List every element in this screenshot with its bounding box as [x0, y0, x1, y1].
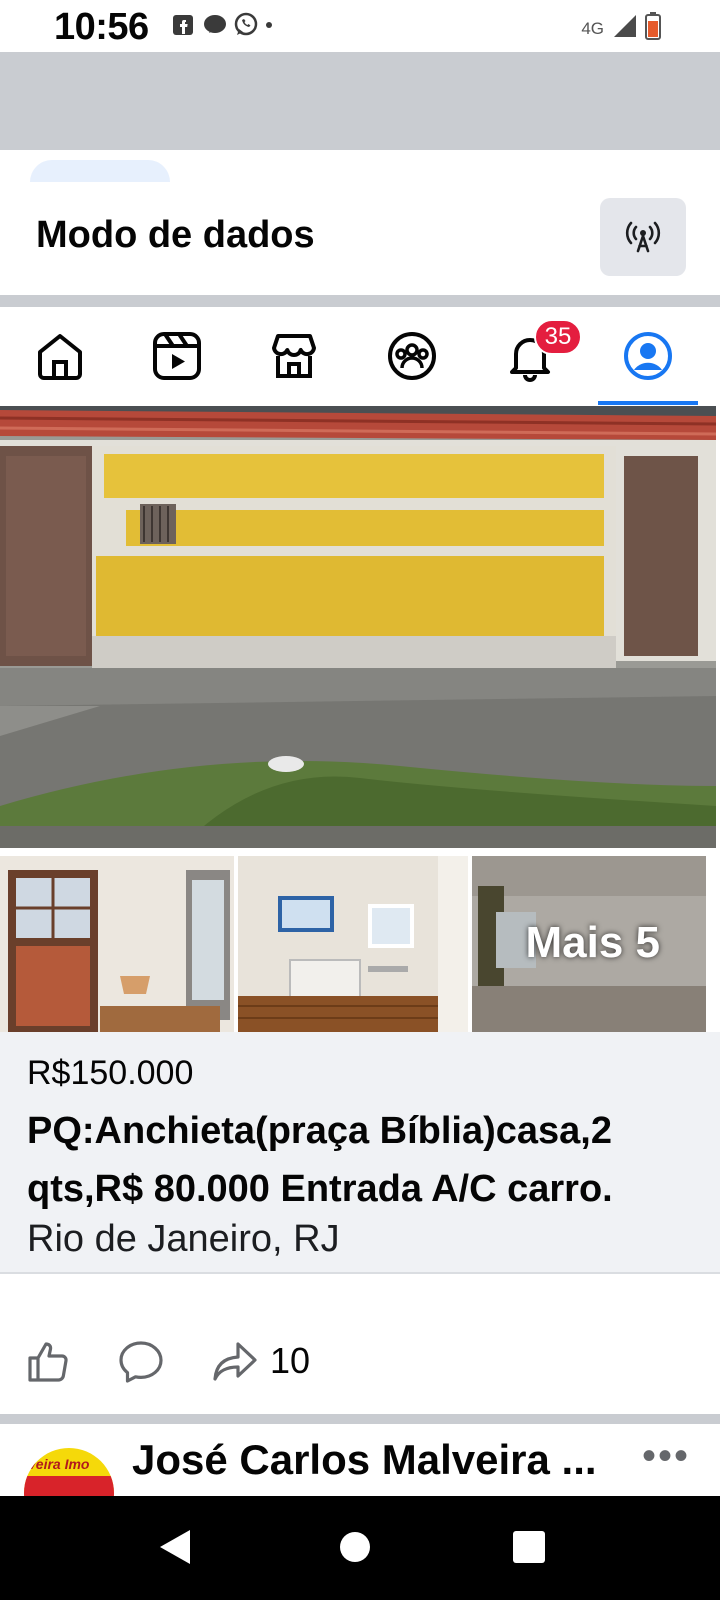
top-gray-band	[0, 52, 720, 150]
facebook-icon	[170, 12, 196, 38]
nav-marketplace[interactable]	[234, 307, 354, 405]
avatar-banner	[24, 1476, 114, 1496]
listing-thumbnails: Mais 5	[0, 856, 716, 1032]
like-icon	[28, 1342, 68, 1382]
signal-icon	[610, 13, 638, 44]
nav-home[interactable]	[0, 307, 120, 405]
nav-video[interactable]	[117, 307, 237, 405]
network-type: 4G	[581, 18, 604, 38]
dot-icon	[266, 22, 272, 28]
next-post-header: veira Imo José Carlos Malveira ... •••	[0, 1424, 720, 1496]
listing-info[interactable]: R$150.000 PQ:Anchieta(praça Bíblia)casa,…	[0, 1032, 720, 1274]
groups-icon	[388, 332, 436, 380]
data-mode-pill	[30, 160, 170, 182]
profile-icon	[624, 332, 672, 380]
nav-profile[interactable]	[588, 307, 708, 405]
kitchen-image	[238, 856, 468, 1032]
data-mode-button[interactable]	[600, 198, 686, 276]
listing-photo-main[interactable]	[0, 406, 716, 848]
data-mode-card: Modo de dados	[0, 150, 720, 295]
listing-photo-4-more[interactable]: Mais 5	[472, 856, 706, 1032]
video-icon	[153, 332, 201, 380]
system-status: 4G	[581, 12, 662, 45]
like-button[interactable]	[26, 1340, 70, 1382]
nav-groups[interactable]	[352, 307, 472, 405]
whatsapp-icon	[234, 12, 260, 38]
listing-location: Rio de Janeiro, RJ	[27, 1218, 340, 1260]
nav-notifications[interactable]: 35	[470, 307, 590, 405]
data-mode-title: Modo de dados	[36, 214, 315, 256]
top-nav: 35	[0, 307, 720, 405]
nav-active-indicator	[598, 401, 698, 405]
android-nav-bar	[0, 1496, 720, 1600]
listing-photo-3[interactable]	[238, 856, 468, 1032]
back-icon[interactable]	[158, 1528, 192, 1566]
laundry-room-image	[0, 856, 234, 1032]
share-button[interactable]: 10	[212, 1340, 310, 1382]
listing-price: R$150.000	[27, 1054, 194, 1092]
antenna-icon	[625, 221, 661, 253]
status-bar: 10:56 4G	[0, 0, 720, 52]
house-facade-image	[0, 406, 716, 848]
marketplace-icon	[272, 334, 316, 378]
avatar[interactable]: veira Imo	[24, 1448, 114, 1496]
avatar-text: veira Imo	[28, 1456, 90, 1472]
post-divider	[0, 1414, 720, 1424]
listing-title: PQ:Anchieta(praça Bíblia)casa,2 qts,R$ 8…	[27, 1110, 613, 1210]
poster-name[interactable]: José Carlos Malveira ...	[132, 1436, 597, 1484]
status-time: 10:56	[54, 6, 149, 48]
recents-icon[interactable]	[512, 1528, 546, 1566]
listing-photo-2[interactable]	[0, 856, 234, 1032]
notification-icons	[170, 12, 272, 38]
comment-icon	[119, 1341, 163, 1383]
home-icon	[38, 334, 82, 380]
post-actions: 10	[0, 1276, 720, 1414]
more-photos-label: Mais 5	[525, 918, 660, 967]
more-options-icon[interactable]: •••	[642, 1434, 690, 1479]
messenger-icon	[202, 12, 228, 38]
notification-badge: 35	[534, 319, 582, 355]
comment-button[interactable]	[118, 1340, 164, 1384]
share-count: 10	[270, 1340, 311, 1381]
home-button-icon[interactable]	[338, 1528, 372, 1566]
battery-icon	[644, 12, 662, 45]
divider	[0, 295, 720, 307]
share-icon	[213, 1342, 257, 1381]
